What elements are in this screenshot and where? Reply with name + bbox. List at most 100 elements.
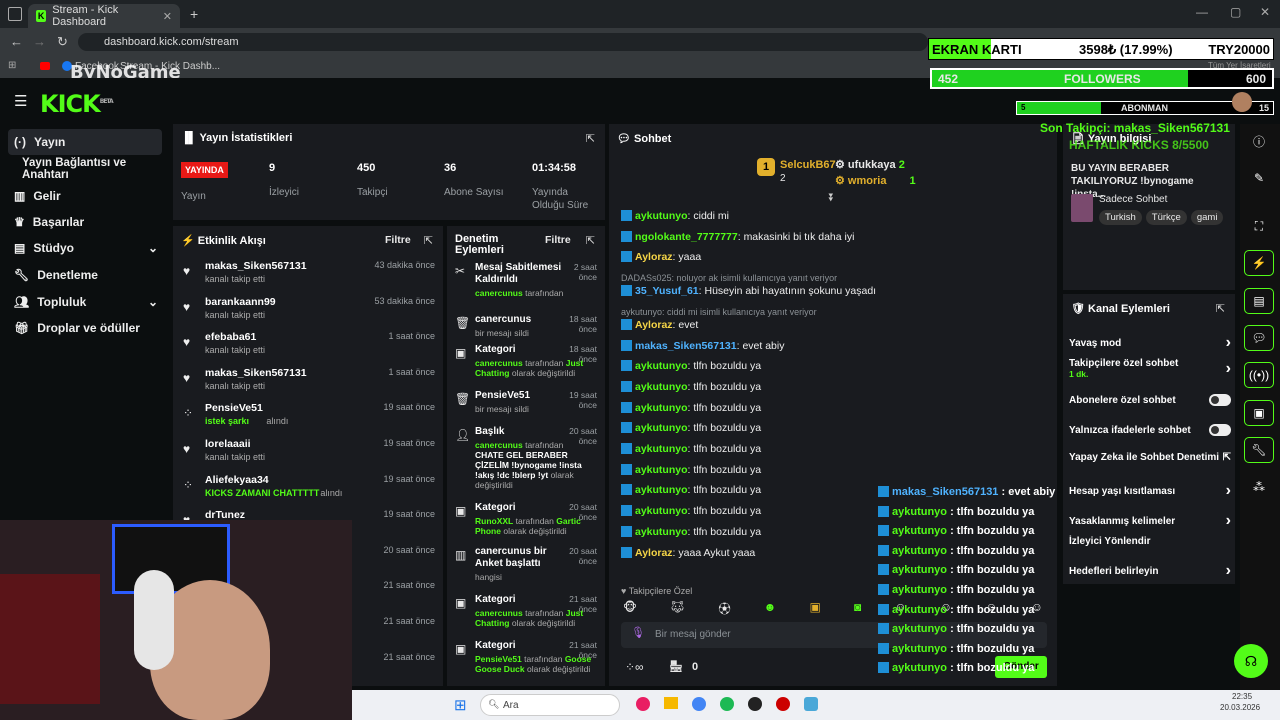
app-icon[interactable] [636,697,650,711]
chat-username[interactable]: Ayloraz [635,319,673,331]
sidebar-item-yayin[interactable]: (·) Yayın [8,129,162,155]
tag[interactable]: Türkçe [1145,210,1187,225]
emote-icon[interactable]: 🐵︎ [623,600,637,616]
chat-username[interactable]: aykutunyo [635,402,688,414]
chat-username[interactable]: aykutunyo [635,422,688,434]
gifter-3[interactable]: ⚙ wmoria 1 [835,174,916,187]
tag[interactable]: gami [1190,210,1224,225]
chat-username[interactable]: 35_Yusuf_61 [635,285,699,297]
clock-date[interactable]: 20.03.2026 [1220,703,1260,712]
chat-message[interactable]: aykutunyo: tlfn bozuldu ya [621,484,761,496]
popout-icon[interactable]: ⇱ [1216,302,1225,315]
toggle-switch[interactable] [1209,394,1231,406]
chat-message[interactable]: makas_Siken567131: evet abiy [621,339,784,352]
browser-tab[interactable]: K Stream - Kick Dashboard ✕ [28,4,180,28]
chat-username[interactable]: aykutunyo [635,443,688,455]
emote-icon[interactable]: ▣ [809,600,820,616]
store-icon[interactable]: ▣ [1244,400,1274,426]
chat-message[interactable]: Ayloraz: yaaa Aykut yaaa [621,546,755,559]
gifter-2[interactable]: ⚙ ufukkaya 2 [835,158,905,171]
activity-row[interactable]: ♥ makas_Siken567131 kanalı takip etti 43 da… [183,258,435,292]
chat-username[interactable]: aykutunyo [635,210,688,222]
chat-username[interactable]: aykutunyo [635,505,688,517]
activity-row[interactable]: ⁘ PensieVe51 istek şarkı alındı 19 saat önc… [183,400,435,434]
chat-message[interactable]: Ayloraz: yaaa [621,251,701,263]
popout-icon[interactable]: ⇱ [424,234,433,247]
clock-time[interactable]: 22:35 [1232,692,1252,701]
chat-message[interactable]: aykutunyo: tlfn bozuldu ya [621,360,761,372]
taskbar-search[interactable]: Ara [480,694,620,716]
moderation-actor[interactable]: canercunus [475,608,523,618]
spotify-icon[interactable] [720,697,734,711]
activity-row[interactable]: ⁘ Aliefekyaa34 KICKS ZAMANI CHATTTTT alınd… [183,472,435,506]
chat-username[interactable]: aykutunyo [635,360,688,372]
chat-message[interactable]: 35_Yusuf_61: Hüseyin abi hayatının şokun… [621,285,876,297]
activity-user[interactable]: PensieVe51 [205,402,263,414]
popout-icon[interactable]: ⇱ [586,234,595,247]
activity-row[interactable]: ♥ barankaann99 kanalı takip etti 53 dakika … [183,294,435,328]
channel-action-row[interactable]: Hedefleri belirleyin › [1069,562,1231,580]
toggle-switch[interactable] [1209,424,1231,436]
activity-user[interactable]: efebaba61 [205,331,256,343]
kick-logo[interactable]: KICKBETA [40,90,114,118]
windows-start-icon[interactable]: ⊞ [454,696,467,714]
chat-username[interactable]: aykutunyo [635,464,688,476]
channel-action-row[interactable]: Hesap yaşı kısıtlaması › [1069,482,1231,500]
activity-user[interactable]: Aliefekyaa34 [205,474,269,486]
url-field[interactable]: dashboard.kick.com/stream [78,33,928,51]
obs-icon[interactable] [748,697,762,711]
sidebar-item-gelir[interactable]: ▥ Gelir [8,183,162,209]
tag[interactable]: Turkish [1099,210,1142,225]
activity-filter-button[interactable]: Filtre [385,234,411,246]
activity-user[interactable]: makas_Siken567131 [205,260,307,272]
activity-user[interactable]: makas_Siken567131 [205,367,307,379]
moderation-actor[interactable]: canercunus [475,440,523,450]
wrench-icon[interactable]: 🔧︎ [1244,437,1274,463]
emote-icon[interactable]: ◙ [854,600,861,616]
window-close-icon[interactable]: ✕ [1260,5,1270,19]
chat-message[interactable]: Ayloraz: evet [621,318,698,331]
folder-icon[interactable] [664,697,678,709]
youtube-icon[interactable] [40,62,50,70]
maximize-icon[interactable]: ▢ [1230,5,1241,19]
edit-icon[interactable]: ✎ [1244,165,1274,191]
top-gifter-name[interactable]: SelcukB67 [780,159,836,171]
apps-icon[interactable]: ⊞ [8,60,16,71]
new-tab-icon[interactable]: + [190,6,198,22]
chat-message[interactable]: aykutunyo: tlfn bozuldu ya [621,505,761,517]
chat-message[interactable]: aykutunyo: tlfn bozuldu ya [621,401,761,414]
activity-user[interactable]: barankaann99 [205,296,276,308]
emote-icon[interactable]: ☻ [764,600,777,616]
chat-message[interactable]: aykutunyo: tlfn bozuldu ya [621,525,761,538]
channel-action-row[interactable]: İzleyici Yönlendir [1069,536,1231,547]
tab-menu-icon[interactable] [8,7,22,21]
app-icon[interactable] [776,697,790,711]
chrome-icon[interactable] [692,697,706,711]
chat-message[interactable]: aykutunyo: tlfn bozuldu ya [621,422,761,434]
sidebar-item-studyo[interactable]: ▤ Stüdyo ⌄ [8,235,162,261]
back-icon[interactable]: ← [10,34,23,49]
chat-message[interactable]: aykutunyo: tlfn bozuldu ya [621,463,761,476]
activity-row[interactable]: ♥ lorelaaaii kanalı takip etti 19 saat önce [183,436,435,470]
moderation-actor[interactable]: RunoXXL [475,516,513,526]
app-icon[interactable] [804,697,818,711]
sidebar-item-basarilar[interactable]: ♛ Başarılar [8,209,162,235]
chat-username[interactable]: aykutunyo [635,526,688,538]
emote-icon[interactable]: 🐺︎ [670,600,685,616]
hamburger-icon[interactable]: ☰ [14,92,27,110]
pinned-toggle-icon[interactable]: ⏬︎ [829,192,835,205]
points-icon[interactable]: ⁘∞ [625,660,644,674]
moderation-actor[interactable]: canercunus [475,288,523,298]
chat-bubble-icon[interactable]: 💬︎ [1244,325,1274,351]
chat-username[interactable]: Ayloraz [635,547,673,559]
moderation-filter-button[interactable]: Filtre [545,234,571,246]
flash-icon[interactable]: ⚡ [1244,250,1274,276]
chat-message[interactable]: aykutunyo: tlfn bozuldu ya [621,380,761,393]
chat-username[interactable]: aykutunyo [635,381,688,393]
channel-action-row[interactable]: Yasaklanmış kelimeler › [1069,512,1231,530]
mic-icon[interactable]: 🎙︎ [631,626,645,639]
expand-icon[interactable]: ⛶ [1244,213,1274,239]
popout-icon[interactable]: ⇱ [586,132,595,145]
channel-action-row[interactable]: Abonelere özel sohbet [1069,394,1231,406]
activity-row[interactable]: ♥ efebaba61 kanalı takip etti 1 saat önce [183,329,435,363]
